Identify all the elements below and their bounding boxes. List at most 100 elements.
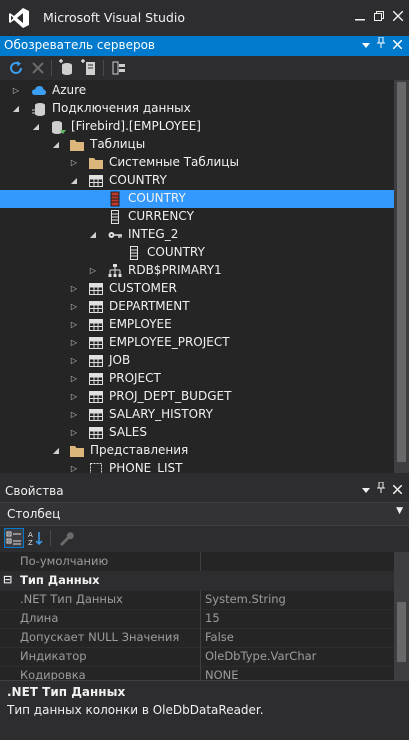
expand-arrow-icon[interactable]: ▷: [69, 337, 79, 349]
collapse-arrow-icon[interactable]: ◢: [31, 121, 41, 133]
panel-splitter[interactable]: [0, 473, 409, 481]
property-value[interactable]: 15: [205, 611, 220, 625]
property-row-allow-null[interactable]: Допускает NULL Значения False: [0, 628, 394, 648]
property-row-length[interactable]: Длина 15: [0, 609, 394, 629]
object-selector-dropdown[interactable]: Столбец ▼: [0, 502, 409, 526]
tree-label: PROJ_DEPT_BUDGET: [109, 389, 232, 403]
collapse-arrow-icon[interactable]: ◢: [51, 445, 61, 457]
collapse-arrow-icon[interactable]: ◢: [88, 229, 98, 241]
expand-arrow-icon[interactable]: ▷: [69, 157, 79, 169]
close-window-button[interactable]: [387, 6, 409, 28]
connect-azure-icon[interactable]: [110, 59, 128, 77]
property-row-encoding[interactable]: Кодировка NONE: [0, 666, 394, 680]
property-value[interactable]: System.String: [205, 592, 286, 606]
panel-options-button[interactable]: [358, 37, 374, 55]
scrollbar-thumb[interactable]: [397, 602, 406, 662]
expand-arrow-icon[interactable]: ▷: [69, 427, 79, 439]
tree-node-views[interactable]: ◢ Представления: [0, 442, 394, 460]
tree-node-view-phone-list[interactable]: ▷ PHONE_LIST: [0, 460, 394, 473]
tree-label: RDB$PRIMARY1: [128, 263, 222, 277]
property-row-indicator[interactable]: Индикатор OleDbType.VarChar: [0, 647, 394, 667]
tree-node-integ-2-country[interactable]: COUNTRY: [0, 244, 394, 262]
property-value[interactable]: NONE: [205, 668, 239, 680]
expand-arrow-icon[interactable]: ▷: [69, 301, 79, 313]
property-row-default[interactable]: По-умолчанию: [0, 552, 394, 572]
tree-node-rdb-primary1[interactable]: ▷ RDB$PRIMARY1: [0, 262, 394, 280]
property-category-data-type[interactable]: ⊟ Тип Данных: [0, 571, 394, 591]
svg-text:A: A: [28, 531, 33, 539]
collapse-arrow-icon[interactable]: ◢: [69, 175, 79, 187]
property-row-net-type[interactable]: .NET Тип Данных System.String: [0, 590, 394, 610]
view-icon: [90, 463, 102, 473]
property-grid-scrollbar[interactable]: [394, 552, 409, 680]
properties-header: Свойства: [0, 481, 409, 501]
table-icon: [89, 337, 103, 349]
collapse-arrow-icon[interactable]: ◢: [51, 139, 61, 151]
close-icon: [391, 484, 403, 495]
expand-arrow-icon[interactable]: ▷: [69, 373, 79, 385]
property-name: Длина: [20, 611, 59, 625]
tree-node-table-department[interactable]: ▷ DEPARTMENT: [0, 298, 394, 316]
stop-refresh-icon[interactable]: [29, 59, 47, 77]
expand-arrow-icon[interactable]: ▷: [69, 283, 79, 295]
property-value[interactable]: False: [205, 630, 234, 644]
collapse-minus-icon[interactable]: ⊟: [3, 573, 12, 586]
property-pages-wrench-icon[interactable]: [57, 529, 75, 547]
tree-node-table-project[interactable]: ▷ PROJECT: [0, 370, 394, 388]
tree-scrollbar[interactable]: [394, 80, 409, 473]
data-connections-icon: [32, 103, 45, 116]
pin-button[interactable]: [373, 36, 389, 55]
close-panel-button[interactable]: [389, 37, 405, 55]
expand-arrow-icon[interactable]: ▷: [88, 265, 98, 277]
table-icon: [89, 283, 103, 295]
properties-toolbar: AZ: [0, 526, 409, 550]
primary-key-column-icon: [110, 191, 120, 207]
expand-arrow-icon[interactable]: ▷: [69, 391, 79, 403]
table-icon: [89, 175, 103, 187]
tree-node-firebird-connection[interactable]: ◢ [Firebird].[EMPLOYEE]: [0, 118, 394, 136]
tree-node-azure[interactable]: ▷ Azure: [0, 82, 394, 100]
pin-button[interactable]: [373, 481, 389, 500]
column-icon: [130, 246, 138, 260]
tree-label: INTEG_2: [128, 227, 179, 241]
tree-node-table-salary-history[interactable]: ▷ SALARY_HISTORY: [0, 406, 394, 424]
tree-label: CUSTOMER: [109, 281, 177, 295]
table-icon: [89, 319, 103, 331]
close-panel-button[interactable]: [389, 482, 405, 500]
restore-icon: [374, 11, 384, 21]
scrollbar-thumb[interactable]: [397, 82, 406, 462]
tree-node-integ-2[interactable]: ◢ INTEG_2: [0, 226, 394, 244]
expand-arrow-icon[interactable]: ▷: [69, 355, 79, 367]
categorized-icon[interactable]: [4, 528, 24, 548]
connect-to-server-icon[interactable]: [80, 59, 98, 77]
tree-node-data-connections[interactable]: ◢ Подключения данных: [0, 100, 394, 118]
property-value[interactable]: OleDbType.VarChar: [205, 649, 316, 663]
key-icon: [108, 232, 122, 238]
tree-label: SALARY_HISTORY: [109, 407, 213, 421]
connect-to-database-icon[interactable]: [57, 59, 75, 77]
tree-node-table-employee-project[interactable]: ▷ EMPLOYEE_PROJECT: [0, 334, 394, 352]
tree-node-table-sales[interactable]: ▷ SALES: [0, 424, 394, 442]
expand-arrow-icon[interactable]: ▷: [69, 463, 79, 473]
tree-node-table-country[interactable]: ◢ COUNTRY: [0, 172, 394, 190]
server-explorer-toolbar: [0, 56, 409, 80]
tree-node-system-tables[interactable]: ▷ Системные Таблицы: [0, 154, 394, 172]
tree-node-table-job[interactable]: ▷ JOB: [0, 352, 394, 370]
tree-label: Azure: [52, 83, 87, 97]
tree-node-column-country[interactable]: COUNTRY: [0, 190, 394, 208]
refresh-icon[interactable]: [7, 59, 25, 77]
expand-arrow-icon[interactable]: ▷: [11, 85, 21, 97]
tree-node-tables[interactable]: ◢ Таблицы: [0, 136, 394, 154]
close-icon: [391, 39, 403, 50]
tree-node-table-proj-dept-budget[interactable]: ▷ PROJ_DEPT_BUDGET: [0, 388, 394, 406]
expand-arrow-icon[interactable]: ▷: [69, 409, 79, 421]
tree-node-table-employee[interactable]: ▷ EMPLOYEE: [0, 316, 394, 334]
collapse-arrow-icon[interactable]: ◢: [11, 103, 21, 115]
panel-options-button[interactable]: [358, 482, 374, 500]
expand-arrow-icon[interactable]: ▷: [69, 319, 79, 331]
tree-node-column-currency[interactable]: CURRENCY: [0, 208, 394, 226]
close-icon: [392, 10, 404, 22]
tree-label: COUNTRY: [128, 191, 186, 205]
alphabetical-sort-icon[interactable]: AZ: [27, 529, 45, 547]
tree-node-table-customer[interactable]: ▷ CUSTOMER: [0, 280, 394, 298]
